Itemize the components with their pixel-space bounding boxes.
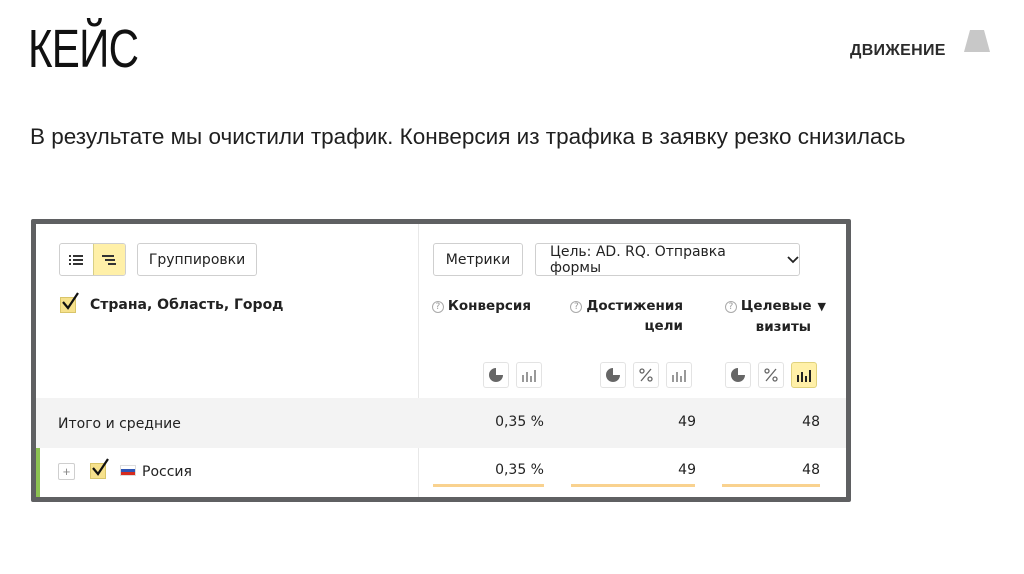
help-icon[interactable]: ? bbox=[431, 301, 444, 313]
help-icon[interactable]: ? bbox=[724, 301, 737, 313]
slide-title: КЕЙС bbox=[28, 19, 139, 79]
expand-icon[interactable]: + bbox=[58, 463, 75, 480]
chevron-down-icon bbox=[787, 255, 799, 263]
row-marker bbox=[36, 448, 40, 497]
bar-chart-toggle[interactable] bbox=[791, 362, 817, 388]
row-bar-conversion bbox=[433, 484, 544, 487]
tree-view-button[interactable] bbox=[92, 244, 125, 275]
totals-goal-reaches: 49 bbox=[678, 414, 696, 430]
checkbox-check-icon bbox=[62, 292, 79, 310]
percent-toggle[interactable] bbox=[758, 362, 784, 388]
list-view-button[interactable] bbox=[60, 244, 93, 275]
pie-chart-icon bbox=[489, 368, 503, 382]
goal-select[interactable]: Цель: AD. RQ. Отправка формы bbox=[535, 243, 800, 276]
country-label[interactable]: Россия bbox=[142, 464, 192, 480]
list-view-icon bbox=[69, 254, 84, 265]
row-bar-target-visits bbox=[722, 484, 820, 487]
groupings-button[interactable]: Группировки bbox=[137, 243, 257, 276]
sort-arrow-icon[interactable]: ▼ bbox=[818, 300, 826, 313]
pie-chart-toggle[interactable] bbox=[725, 362, 751, 388]
dimension-title: Страна, Область, Город bbox=[90, 297, 284, 313]
totals-target-visits: 48 bbox=[802, 414, 820, 430]
column-header-conversion[interactable]: ? Конверсия bbox=[431, 296, 531, 316]
bar-chart-icon bbox=[797, 370, 811, 382]
pie-chart-toggle[interactable] bbox=[483, 362, 509, 388]
column-header-goal-reaches[interactable]: ? Достижения цели bbox=[556, 296, 683, 336]
help-icon[interactable]: ? bbox=[570, 301, 583, 313]
metrics-button[interactable]: Метрики bbox=[433, 243, 523, 276]
pie-chart-icon bbox=[731, 368, 745, 382]
percent-toggle[interactable] bbox=[633, 362, 659, 388]
bar-chart-toggle[interactable] bbox=[516, 362, 542, 388]
bar-chart-icon bbox=[672, 370, 686, 382]
report-screenshot: Группировки Метрики Цель: AD. RQ. Отправ… bbox=[31, 219, 851, 502]
column-divider bbox=[418, 224, 419, 497]
dimension-checkbox[interactable] bbox=[60, 292, 79, 313]
percent-icon bbox=[639, 368, 653, 382]
totals-conversion: 0,35 % bbox=[495, 414, 544, 430]
brand-logo-icon bbox=[964, 30, 990, 52]
row-bar-goal-reaches bbox=[571, 484, 695, 487]
pie-chart-icon bbox=[606, 368, 620, 382]
lead-text: В результате мы очистили трафик. Конверс… bbox=[30, 124, 906, 149]
bar-chart-toggle[interactable] bbox=[666, 362, 692, 388]
column-header-target-visits[interactable]: ? Целевые ▼ визиты bbox=[708, 296, 826, 337]
bar-chart-icon bbox=[522, 370, 536, 382]
russia-flag-icon bbox=[120, 465, 136, 476]
row-target-visits: 48 bbox=[802, 462, 820, 478]
tree-view-icon bbox=[102, 254, 117, 265]
brand-name: ДВИЖЕНИЕ bbox=[850, 42, 946, 59]
report-panel: Группировки Метрики Цель: AD. RQ. Отправ… bbox=[36, 224, 846, 497]
row-goal-reaches: 49 bbox=[678, 462, 696, 478]
row-checkbox[interactable] bbox=[90, 458, 109, 479]
pie-chart-toggle[interactable] bbox=[600, 362, 626, 388]
view-toggle[interactable] bbox=[59, 243, 126, 276]
totals-label: Итого и средние bbox=[58, 416, 181, 432]
percent-icon bbox=[764, 368, 778, 382]
row-conversion: 0,35 % bbox=[495, 462, 544, 478]
goal-select-label: Цель: AD. RQ. Отправка формы bbox=[550, 243, 726, 276]
checkbox-check-icon bbox=[92, 458, 109, 476]
